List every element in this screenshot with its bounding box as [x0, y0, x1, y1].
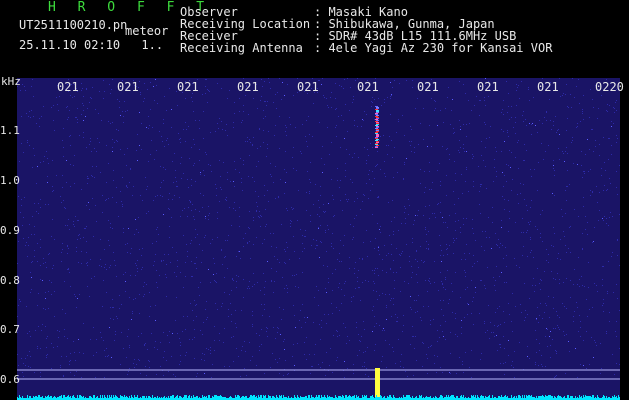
- baseline-trace: [17, 395, 620, 400]
- info-value-antenna: : 4ele Yagi Az 230 for Kansai VOR: [314, 41, 553, 55]
- type-tag-label: meteor: [125, 24, 169, 38]
- datetime-value: 25.11.10 02:10: [19, 38, 121, 52]
- freq-tick: 0.9: [0, 224, 20, 237]
- info-label-antenna: Receiving Antenna: [180, 41, 303, 55]
- time-tick: 021: [357, 80, 379, 94]
- freq-tick: 0.7: [0, 323, 20, 336]
- spectrogram-plot: [17, 78, 620, 400]
- right-margin: [620, 78, 629, 400]
- datetime-label: 25.11.10 02:10 1..: [19, 38, 163, 52]
- time-tick: 0220: [595, 80, 624, 94]
- extra-value: 1..: [141, 38, 164, 52]
- freq-tick: 1.1: [0, 124, 20, 137]
- freq-tick: 0.6: [0, 373, 20, 386]
- freq-tick: 0.8: [0, 274, 20, 287]
- freq-tick: 1.0: [0, 174, 20, 187]
- time-tick: 021: [477, 80, 499, 94]
- time-tick: 021: [537, 80, 559, 94]
- time-tick: 021: [417, 80, 439, 94]
- spectrogram-svg: [17, 78, 620, 400]
- noise-layer: [17, 78, 620, 378]
- axis-unit-label: kHz: [1, 75, 21, 88]
- header-panel: H R O F F T UT2511100210.pn meteor 25.11…: [0, 0, 629, 76]
- time-tick: 021: [237, 80, 259, 94]
- meteor-echo: [375, 106, 380, 400]
- time-tick: 021: [57, 80, 79, 94]
- time-tick: 021: [117, 80, 139, 94]
- time-tick: 021: [297, 80, 319, 94]
- time-tick: 021: [177, 80, 199, 94]
- filename-label: UT2511100210.pn: [19, 18, 128, 32]
